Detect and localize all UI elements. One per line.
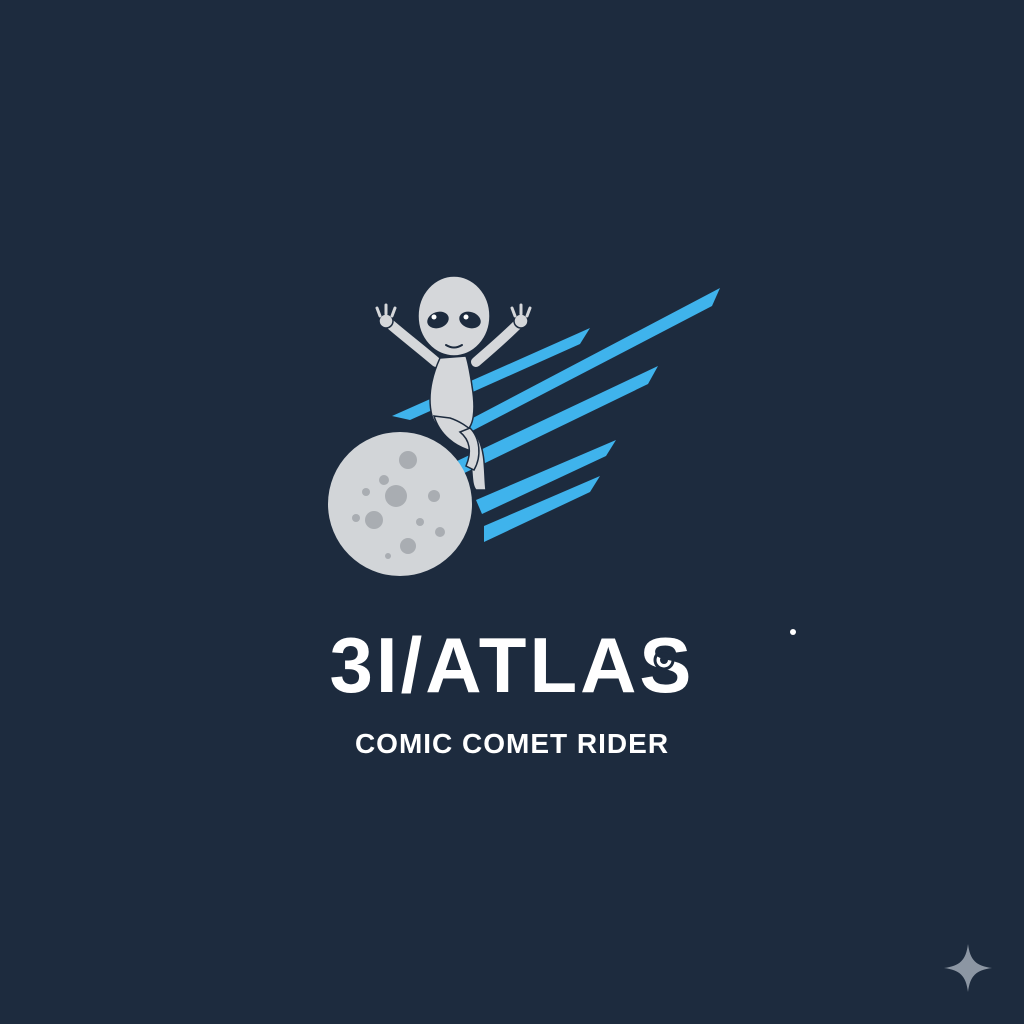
tagline: COMIC COMET RIDER	[354, 728, 670, 759]
moon-icon	[328, 432, 472, 576]
sparkle-icon	[944, 944, 992, 992]
wordmark-text: 3I/ATLAS	[330, 621, 695, 709]
logo-canvas: 3I/ATLAS COMIC COMET RIDER	[0, 0, 1024, 1024]
registered-dot-icon	[790, 629, 796, 635]
wordmark-logo: 3I/ATLAS	[330, 621, 796, 709]
alien-comet-emblem	[328, 275, 720, 576]
